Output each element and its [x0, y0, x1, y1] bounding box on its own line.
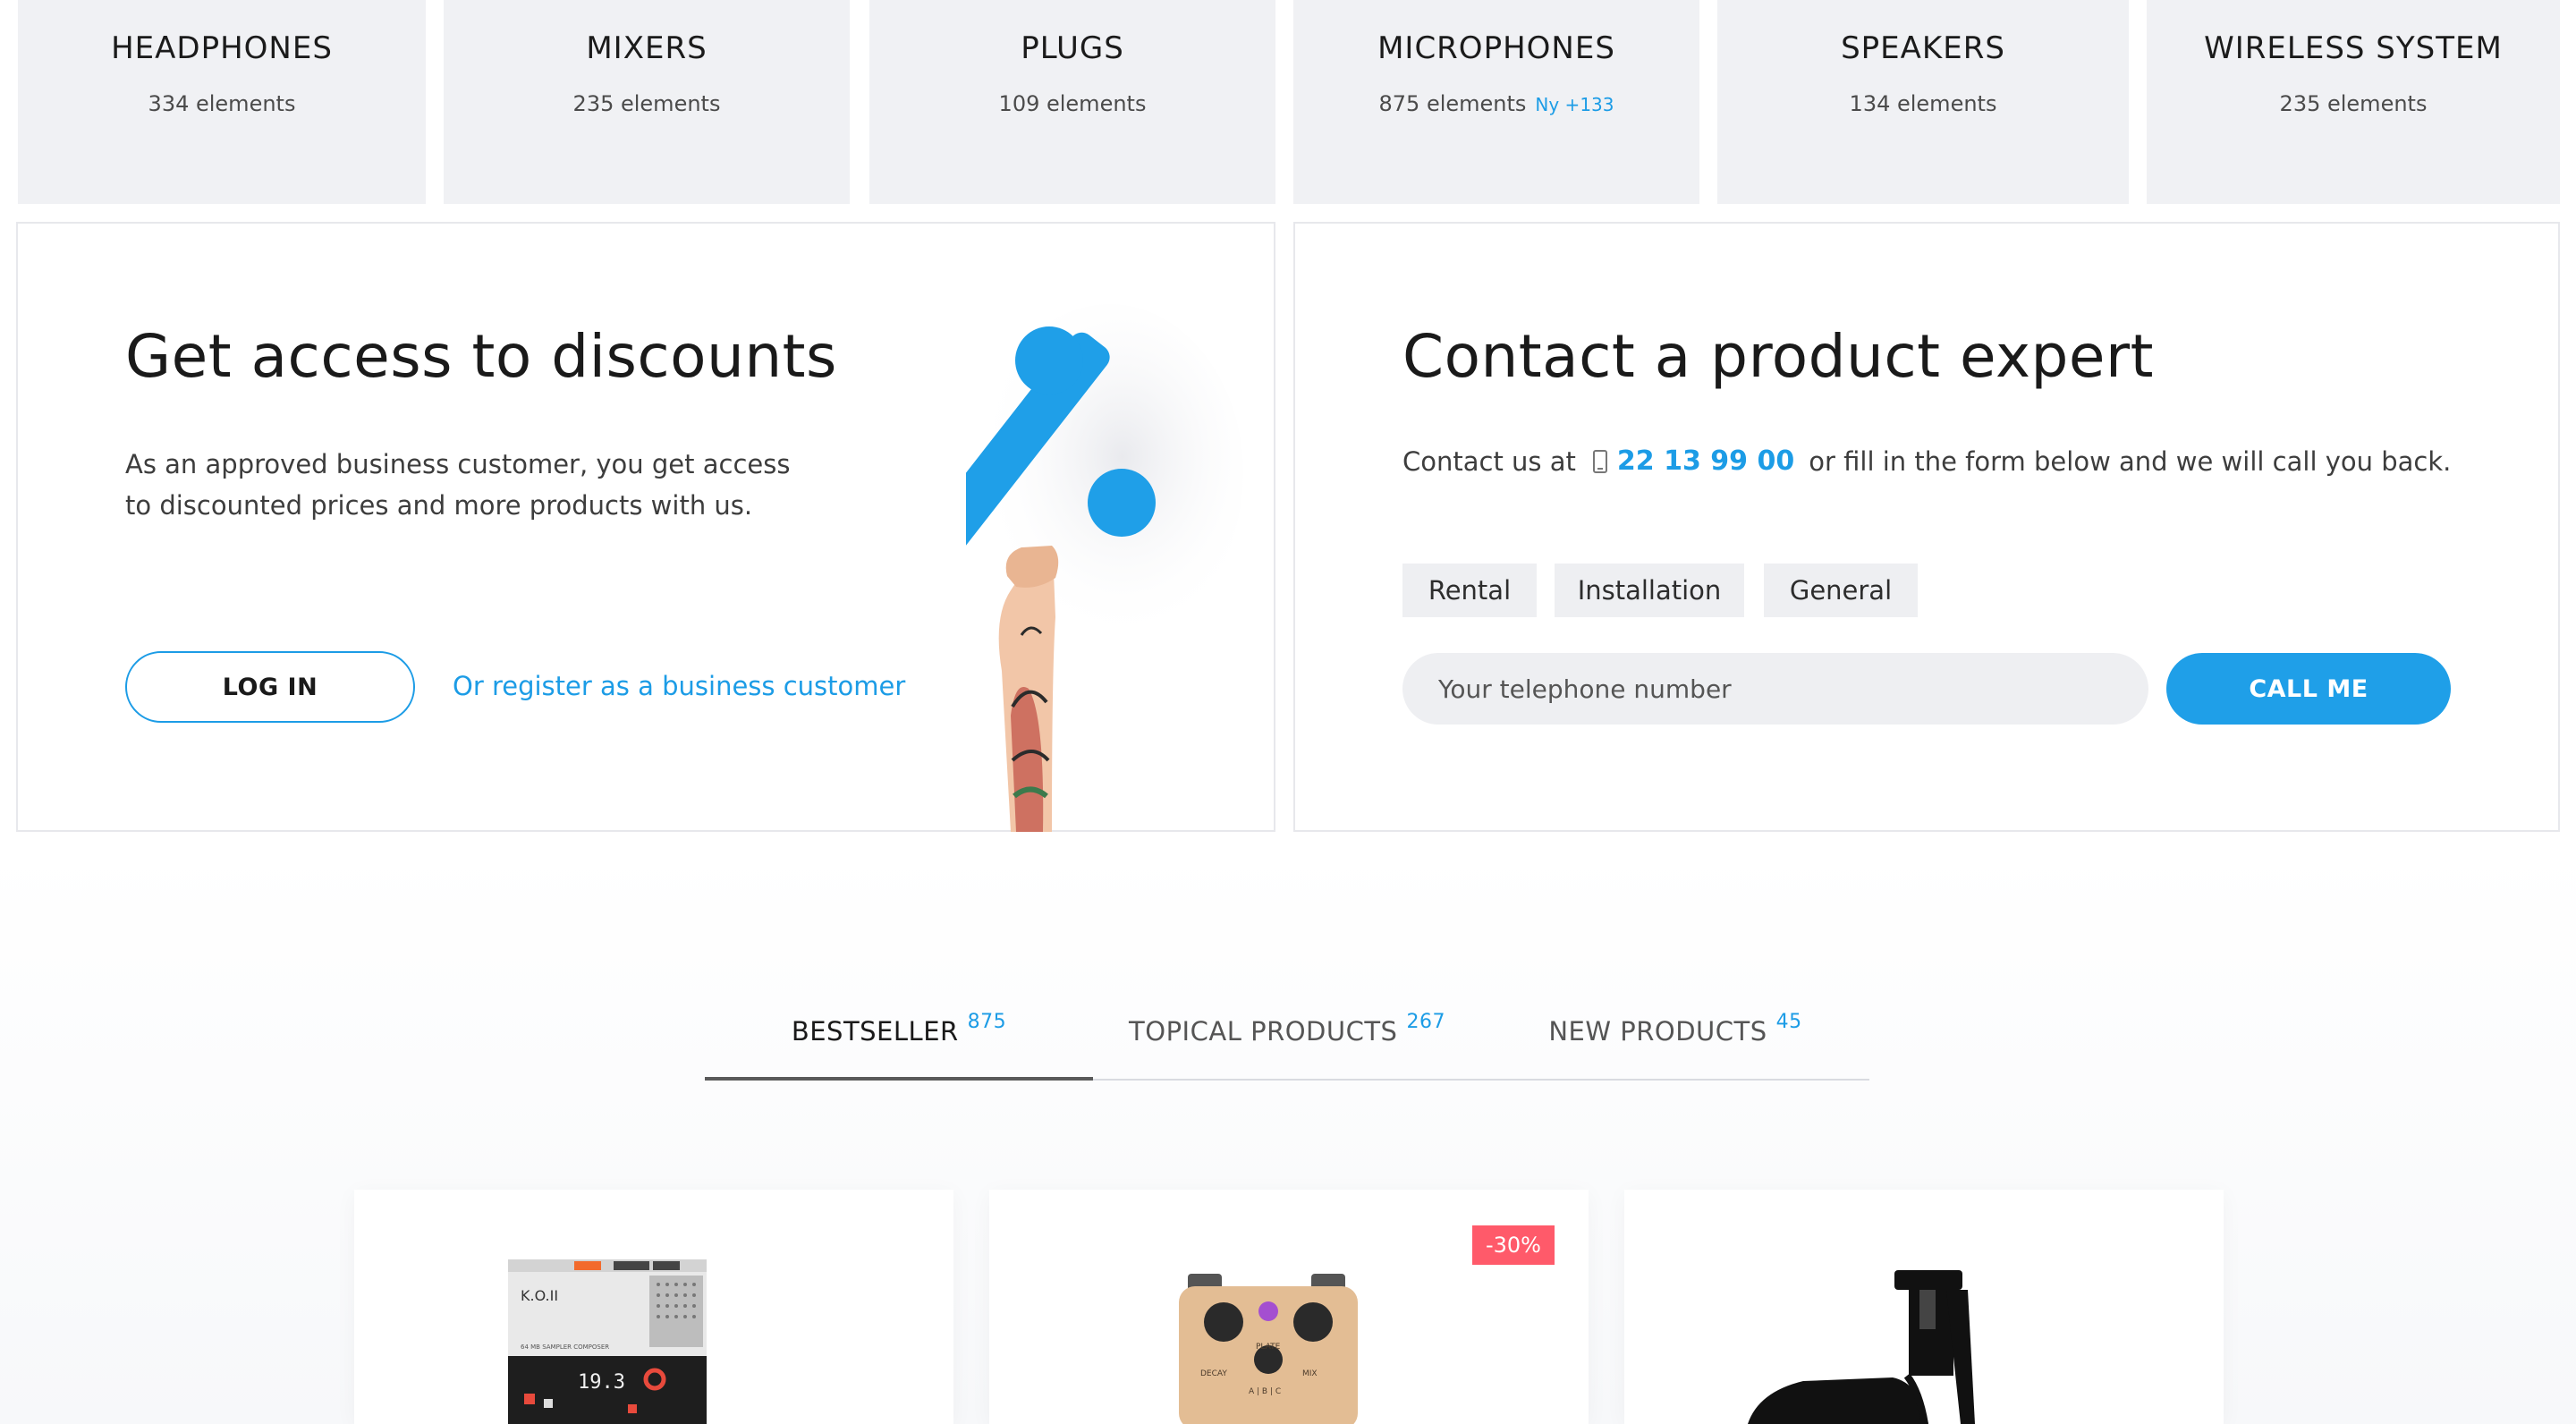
contact-line: Contact us at 22 13 99 00 or fill in the… — [1402, 445, 2451, 477]
pedal-knob-decay: DECAY — [1200, 1369, 1227, 1378]
percent-hand-illustration — [966, 304, 1243, 832]
discounts-panel: Get access to discounts As an approved b… — [16, 222, 1275, 832]
category-mixers[interactable]: MIXERS 235 elements — [444, 0, 850, 204]
tab-count: 45 — [1775, 1011, 1802, 1033]
category-headphones[interactable]: HEADPHONES 334 elements — [18, 0, 426, 204]
phone-number-link[interactable]: 22 13 99 00 — [1617, 445, 1794, 477]
microphone-product-image — [1748, 1270, 1975, 1424]
contact-prefix: Contact us at — [1402, 445, 1576, 477]
tab-new-products[interactable]: NEW PRODUCTS 45 — [1481, 1011, 1869, 1081]
topic-rental[interactable]: Rental — [1402, 564, 1537, 617]
product-card[interactable]: K.O.II 64 MB SAMPLER COMPOSER 19.3 — [354, 1190, 953, 1424]
category-count: 109 elements — [998, 91, 1147, 116]
pedal-modes: A | B | C — [1249, 1387, 1281, 1396]
discount-badge: -30% — [1472, 1225, 1555, 1265]
category-name: PLUGS — [1021, 30, 1124, 66]
topic-general[interactable]: General — [1764, 564, 1918, 617]
topic-installation[interactable]: Installation — [1555, 564, 1744, 617]
tab-count: 875 — [967, 1011, 1007, 1033]
category-count: 334 elements — [148, 91, 296, 116]
category-speakers[interactable]: SPEAKERS 134 elements — [1717, 0, 2129, 204]
discounts-description: As an approved business customer, you ge… — [125, 449, 791, 521]
category-name: WIRELESS SYSTEM — [2204, 30, 2503, 66]
product-card[interactable]: DECAY PLATE MIX A | B | C -30% — [989, 1190, 1589, 1424]
new-count-badge: Ny +133 — [1535, 94, 1614, 115]
category-wireless-system[interactable]: WIRELESS SYSTEM 235 elements — [2147, 0, 2560, 204]
call-me-button[interactable]: CALL ME — [2166, 653, 2451, 725]
category-microphones[interactable]: MICROPHONES 875 elements Ny +133 — [1293, 0, 1699, 204]
tab-bestseller[interactable]: BESTSELLER 875 — [705, 1011, 1093, 1081]
tab-topical-products[interactable]: TOPICAL PRODUCTS 267 — [1093, 1011, 1481, 1081]
category-count: 235 elements — [572, 91, 721, 116]
category-count: 875 elements Ny +133 — [1378, 91, 1614, 116]
tab-label: NEW PRODUCTS — [1548, 1016, 1767, 1047]
category-count: 134 elements — [1849, 91, 1997, 116]
contact-title: Contact a product expert — [1402, 322, 2155, 391]
telephone-input[interactable] — [1402, 653, 2148, 725]
category-name: HEADPHONES — [111, 30, 333, 66]
sampler-display: 19.3 — [578, 1371, 625, 1394]
sampler-subtitle: 64 MB SAMPLER COMPOSER — [521, 1343, 609, 1351]
tab-label: BESTSELLER — [791, 1016, 959, 1047]
pedal-knob-plate: PLATE — [1256, 1343, 1281, 1352]
category-name: MIXERS — [586, 30, 708, 66]
tab-count: 267 — [1406, 1011, 1445, 1033]
tab-label: TOPICAL PRODUCTS — [1129, 1016, 1398, 1047]
sampler-name: K.O.II — [521, 1287, 558, 1304]
login-button[interactable]: LOG IN — [125, 651, 415, 723]
discounts-title: Get access to discounts — [125, 322, 837, 391]
contact-suffix: or fill in the form below and we will ca… — [1809, 445, 2452, 477]
category-name: SPEAKERS — [1841, 30, 2005, 66]
phone-icon — [1592, 449, 1607, 473]
product-tabs: BESTSELLER 875 TOPICAL PRODUCTS 267 NEW PR… — [705, 1000, 1869, 1084]
category-count: 235 elements — [2279, 91, 2428, 116]
category-plugs[interactable]: PLUGS 109 elements — [869, 0, 1275, 204]
category-tiles: HEADPHONES 334 elements MIXERS 235 eleme… — [18, 0, 2560, 204]
category-name: MICROPHONES — [1377, 30, 1615, 66]
pedal-knob-mix: MIX — [1302, 1369, 1318, 1378]
contact-panel: Contact a product expert Contact us at 2… — [1293, 222, 2560, 832]
product-card[interactable] — [1624, 1190, 2224, 1424]
register-business-link[interactable]: Or register as a business customer — [453, 671, 905, 701]
sampler-product-image: K.O.II 64 MB SAMPLER COMPOSER 19.3 — [508, 1259, 707, 1424]
